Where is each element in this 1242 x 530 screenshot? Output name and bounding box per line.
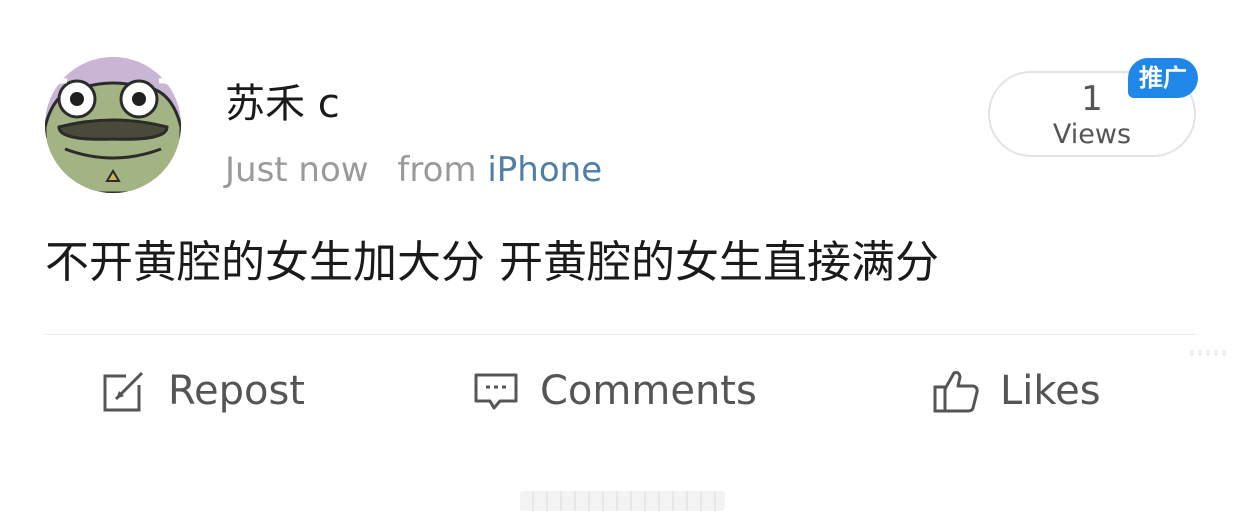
likes-label: Likes [1000,368,1101,414]
repost-icon [100,367,148,415]
pixelated-text-strip [520,491,725,511]
repost-button[interactable]: Repost [100,360,305,422]
from-label: from [397,150,477,190]
post-time: Just now [225,150,369,190]
comment-icon [472,367,520,415]
promo-badge[interactable]: 推广 [1128,58,1198,98]
likes-button[interactable]: Likes [932,360,1101,422]
post-text: 不开黄腔的女生加大分 开黄腔的女生直接满分 [45,237,939,288]
post-meta: Just now from iPhone [225,147,602,193]
divider [45,334,1197,335]
comments-button[interactable]: Comments [472,360,757,422]
repost-label: Repost [168,368,305,414]
thumbs-up-icon [932,367,980,415]
frog-avatar-icon [45,57,181,193]
device-link[interactable]: iPhone [487,150,602,190]
avatar[interactable] [45,57,181,193]
views-label: Views [1052,119,1132,150]
author-name[interactable]: 苏禾 c [225,76,340,132]
comments-label: Comments [540,368,757,414]
edge-decoration [1190,350,1230,356]
